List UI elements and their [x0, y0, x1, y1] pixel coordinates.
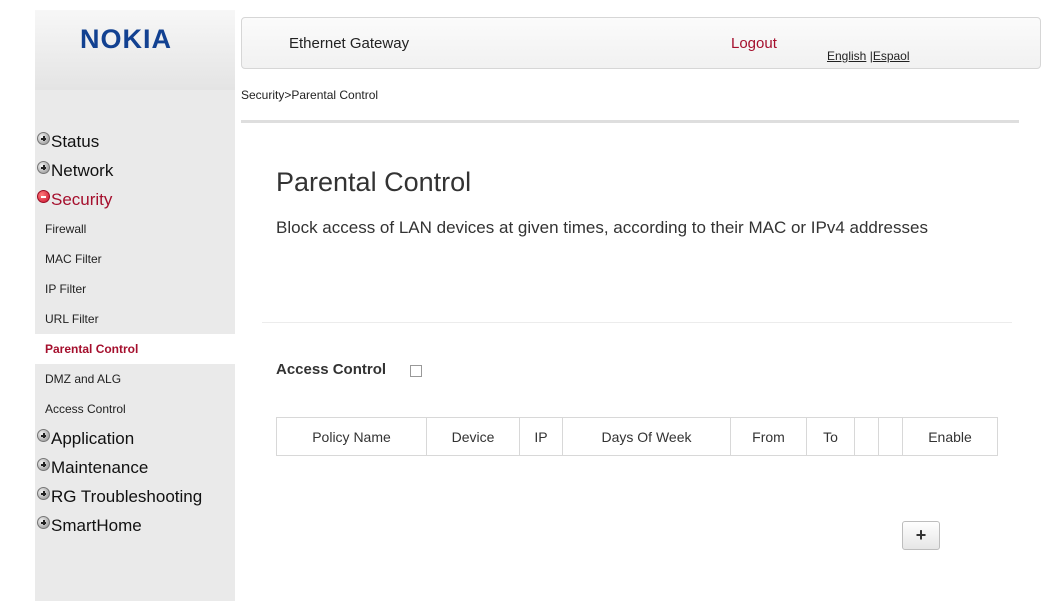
sidebar-item-parental-control[interactable]: Parental Control	[35, 334, 237, 364]
column-header-device: Device	[427, 418, 520, 455]
sidebar-item-maintenance[interactable]: Maintenance	[35, 453, 235, 482]
plus-icon	[37, 487, 50, 500]
column-header-days-of-week: Days Of Week	[563, 418, 731, 455]
nokia-logo: NOKIA	[80, 24, 172, 54]
sidebar-item-url-filter[interactable]: URL Filter	[35, 304, 235, 334]
sidebar-item-label: SmartHome	[51, 516, 142, 535]
sidebar-item-label: Maintenance	[51, 458, 149, 477]
breadcrumb-divider	[241, 120, 1019, 123]
page-title: Parental Control	[276, 167, 472, 197]
language-switcher: English |Espaol	[827, 49, 910, 63]
lang-espanol-link[interactable]: Espaol	[873, 49, 910, 63]
policy-table-header: Policy Name Device IP Days Of Week From …	[276, 417, 998, 456]
header-bar: Ethernet Gateway Logout English |Espaol	[241, 17, 1041, 69]
lang-english-link[interactable]: English	[827, 49, 866, 63]
column-header-ip: IP	[520, 418, 563, 455]
logout-link[interactable]: Logout	[731, 35, 777, 52]
column-header-blank-1	[855, 418, 879, 455]
column-header-from: From	[731, 418, 807, 455]
sidebar-item-label: RG Troubleshooting	[51, 487, 203, 506]
sidebar: NOKIA Status Network Security Firewall M…	[35, 10, 237, 601]
plus-icon	[37, 132, 50, 145]
sidebar-item-mac-filter[interactable]: MAC Filter	[35, 244, 235, 274]
sidebar-item-network[interactable]: Network	[35, 156, 235, 185]
column-header-to: To	[807, 418, 855, 455]
sidebar-nav: Status Network Security Firewall MAC Fil…	[35, 127, 237, 540]
plus-icon	[37, 516, 50, 529]
sidebar-item-label: Status	[51, 132, 100, 151]
sidebar-item-application[interactable]: Application	[35, 424, 235, 453]
sidebar-item-label: Network	[51, 161, 114, 180]
sidebar-item-status[interactable]: Status	[35, 127, 235, 156]
sidebar-item-dmz-and-alg[interactable]: DMZ and ALG	[35, 364, 235, 394]
access-control-checkbox[interactable]	[410, 365, 422, 377]
logo-area: NOKIA	[35, 10, 235, 90]
sidebar-item-firewall[interactable]: Firewall	[35, 214, 235, 244]
sidebar-item-label: Security	[51, 190, 113, 209]
sidebar-item-smarthome[interactable]: SmartHome	[35, 511, 235, 540]
breadcrumb: Security>Parental Control	[241, 88, 379, 102]
column-header-enable: Enable	[928, 428, 972, 445]
plus-icon	[37, 429, 50, 442]
page-description: Block access of LAN devices at given tim…	[276, 218, 928, 237]
plus-icon	[37, 458, 50, 471]
sidebar-item-access-control[interactable]: Access Control	[35, 394, 235, 424]
column-header-blank-2	[879, 418, 903, 455]
sidebar-item-rg-troubleshooting[interactable]: RG Troubleshooting	[35, 482, 235, 511]
add-policy-button[interactable]: +	[902, 521, 940, 550]
sidebar-item-label: Application	[51, 429, 135, 448]
minus-icon	[37, 190, 50, 203]
sidebar-item-security[interactable]: Security	[35, 185, 235, 214]
column-header-policy-name: Policy Name	[277, 418, 427, 455]
app-title: Ethernet Gateway	[289, 35, 410, 52]
sidebar-item-ip-filter[interactable]: IP Filter	[35, 274, 235, 304]
access-control-label: Access Control	[276, 361, 387, 378]
plus-icon	[37, 161, 50, 174]
section-divider	[262, 322, 1012, 323]
